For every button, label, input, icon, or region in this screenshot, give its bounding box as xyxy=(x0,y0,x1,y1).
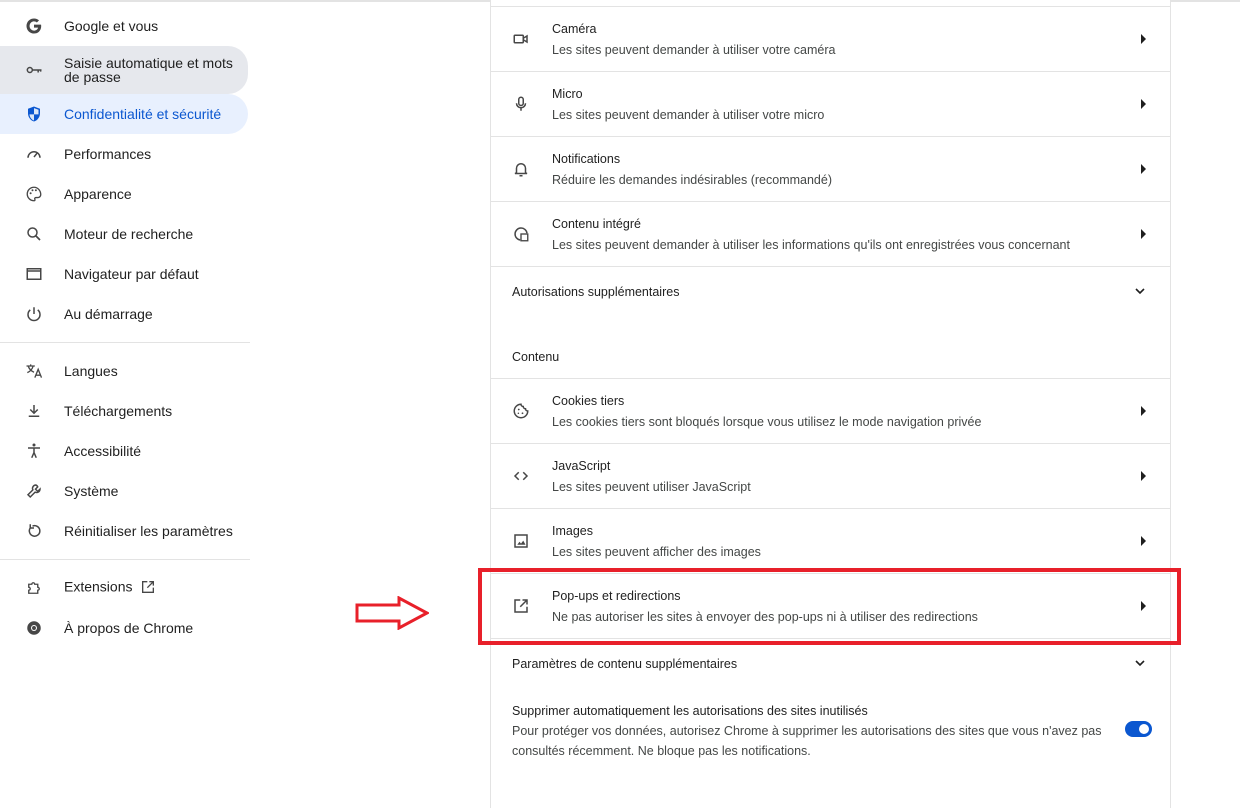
auto-revoke-title: Supprimer automatiquement les autorisati… xyxy=(512,704,868,718)
cookie-icon xyxy=(511,401,531,421)
google-icon xyxy=(24,16,44,36)
row-title: Micro xyxy=(552,87,583,101)
open-in-new-icon xyxy=(140,579,156,597)
arrow-right-icon xyxy=(1141,34,1146,44)
sidebar-item-languages[interactable]: Langues xyxy=(0,351,248,391)
arrow-right-icon xyxy=(1141,536,1146,546)
sidebar-item-google-et-vous[interactable]: Google et vous xyxy=(0,6,248,46)
translate-icon xyxy=(24,361,44,381)
sidebar-item-accessibility[interactable]: Accessibilité xyxy=(0,431,248,471)
permission-row-embedded-content[interactable]: Contenu intégré Les sites peuvent demand… xyxy=(491,201,1170,266)
sidebar-item-label: Extensions xyxy=(64,579,156,597)
embedded-content-icon xyxy=(511,224,531,244)
sidebar-item-performance[interactable]: Performances xyxy=(0,134,248,174)
sidebar-item-label: Système xyxy=(64,483,119,499)
palette-icon xyxy=(24,184,44,204)
sidebar-item-system[interactable]: Système xyxy=(0,471,248,511)
row-subtitle: Les sites peuvent demander à utiliser le… xyxy=(552,238,1070,252)
search-icon xyxy=(24,224,44,244)
row-subtitle: Les sites peuvent afficher des images xyxy=(552,545,761,559)
annotation-arrow-icon xyxy=(355,595,431,635)
arrow-right-icon xyxy=(1141,229,1146,239)
permission-row-microphone[interactable]: Micro Les sites peuvent demander à utili… xyxy=(491,71,1170,136)
chevron-down-icon xyxy=(1132,283,1148,304)
site-settings-card: Caméra Les sites peuvent demander à util… xyxy=(490,0,1171,808)
chrome-icon xyxy=(24,618,44,638)
content-row-javascript[interactable]: JavaScript Les sites peuvent utiliser Ja… xyxy=(491,443,1170,508)
sidebar-item-label: Performances xyxy=(64,146,152,162)
arrow-right-icon xyxy=(1141,471,1146,481)
reset-icon xyxy=(24,521,44,541)
code-icon xyxy=(511,466,531,486)
sidebar-divider xyxy=(0,559,250,560)
highlight-box xyxy=(478,568,1181,645)
sidebar-item-label: Réinitialiser les paramètres xyxy=(64,523,233,539)
arrow-right-icon xyxy=(1141,99,1146,109)
content-section-heading: Contenu xyxy=(512,350,560,364)
power-icon xyxy=(24,304,44,324)
content-row-images[interactable]: Images Les sites peuvent afficher des im… xyxy=(491,508,1170,573)
download-icon xyxy=(24,401,44,421)
sidebar-item-appearance[interactable]: Apparence xyxy=(0,174,248,214)
additional-content-settings-expander[interactable]: Paramètres de contenu supplémentaires xyxy=(491,638,1170,688)
row-subtitle: Réduire les demandes indésirables (recom… xyxy=(552,173,832,187)
key-icon xyxy=(24,60,44,80)
sidebar-item-label: À propos de Chrome xyxy=(64,620,194,636)
sidebar-item-label: Accessibilité xyxy=(64,443,142,459)
microphone-icon xyxy=(511,94,531,114)
sidebar-item-label: Saisie automatique et mots de passe xyxy=(64,55,233,85)
row-title: JavaScript xyxy=(552,459,611,473)
row-title: Caméra xyxy=(552,22,597,36)
sidebar-item-autofill[interactable]: Saisie automatique et mots de passe xyxy=(0,46,248,94)
additional-permissions-expander[interactable]: Autorisations supplémentaires xyxy=(491,266,1170,316)
permission-row-notifications[interactable]: Notifications Réduire les demandes indés… xyxy=(491,136,1170,201)
row-title: Cookies tiers xyxy=(552,394,625,408)
sidebar-item-label: Langues xyxy=(64,363,118,379)
sidebar-item-label: Téléchargements xyxy=(64,403,173,419)
sidebar-item-label: Google et vous xyxy=(64,18,159,34)
auto-revoke-description: Pour protéger vos données, autorisez Chr… xyxy=(512,724,1102,758)
row-title: Contenu intégré xyxy=(552,217,641,231)
chevron-down-icon xyxy=(1132,655,1148,676)
row-subtitle: Les sites peuvent demander à utiliser vo… xyxy=(552,108,825,122)
content-row-third-party-cookies[interactable]: Cookies tiers Les cookies tiers sont blo… xyxy=(491,378,1170,443)
camera-icon xyxy=(511,29,531,49)
accessibility-icon xyxy=(24,441,44,461)
sidebar-item-extensions[interactable]: Extensions xyxy=(0,568,248,608)
sidebar-item-privacy[interactable]: Confidentialité et sécurité xyxy=(0,94,248,134)
row-subtitle: Les sites peuvent demander à utiliser vo… xyxy=(552,43,836,57)
arrow-right-icon xyxy=(1141,406,1146,416)
sidebar-item-on-startup[interactable]: Au démarrage xyxy=(0,294,248,334)
speedometer-icon xyxy=(24,144,44,164)
bell-icon xyxy=(511,159,531,179)
sidebar-item-about-chrome[interactable]: À propos de Chrome xyxy=(0,608,248,648)
auto-revoke-toggle[interactable] xyxy=(1125,721,1152,737)
sidebar-divider xyxy=(0,342,250,343)
row-title: Notifications xyxy=(552,152,621,166)
row-subtitle: Les sites peuvent utiliser JavaScript xyxy=(552,480,751,494)
sidebar-item-reset[interactable]: Réinitialiser les paramètres xyxy=(0,511,248,551)
puzzle-icon xyxy=(24,578,44,598)
sidebar-item-label: Confidentialité et sécurité xyxy=(64,106,222,122)
sidebar-item-search-engine[interactable]: Moteur de recherche xyxy=(0,214,248,254)
sidebar-item-label: Apparence xyxy=(64,186,132,202)
sidebar-item-label: Moteur de recherche xyxy=(64,226,194,242)
arrow-right-icon xyxy=(1141,164,1146,174)
auto-revoke-setting: Supprimer automatiquement les autorisati… xyxy=(512,701,1112,761)
sidebar-item-default-browser[interactable]: Navigateur par défaut xyxy=(0,254,248,294)
expander-title: Autorisations supplémentaires xyxy=(512,285,680,299)
toggle-knob xyxy=(1139,724,1149,734)
permission-row-camera[interactable]: Caméra Les sites peuvent demander à util… xyxy=(491,6,1170,71)
expander-title: Paramètres de contenu supplémentaires xyxy=(512,657,738,671)
row-title: Images xyxy=(552,524,593,538)
settings-sidebar: Google et vous Saisie automatique et mot… xyxy=(0,6,252,648)
browser-window-icon xyxy=(24,264,44,284)
wrench-icon xyxy=(24,481,44,501)
sidebar-item-label: Navigateur par défaut xyxy=(64,266,199,282)
sidebar-item-downloads[interactable]: Téléchargements xyxy=(0,391,248,431)
image-icon xyxy=(511,531,531,551)
shield-icon xyxy=(24,104,44,124)
row-subtitle: Les cookies tiers sont bloqués lorsque v… xyxy=(552,415,982,429)
sidebar-item-label: Au démarrage xyxy=(64,306,153,322)
